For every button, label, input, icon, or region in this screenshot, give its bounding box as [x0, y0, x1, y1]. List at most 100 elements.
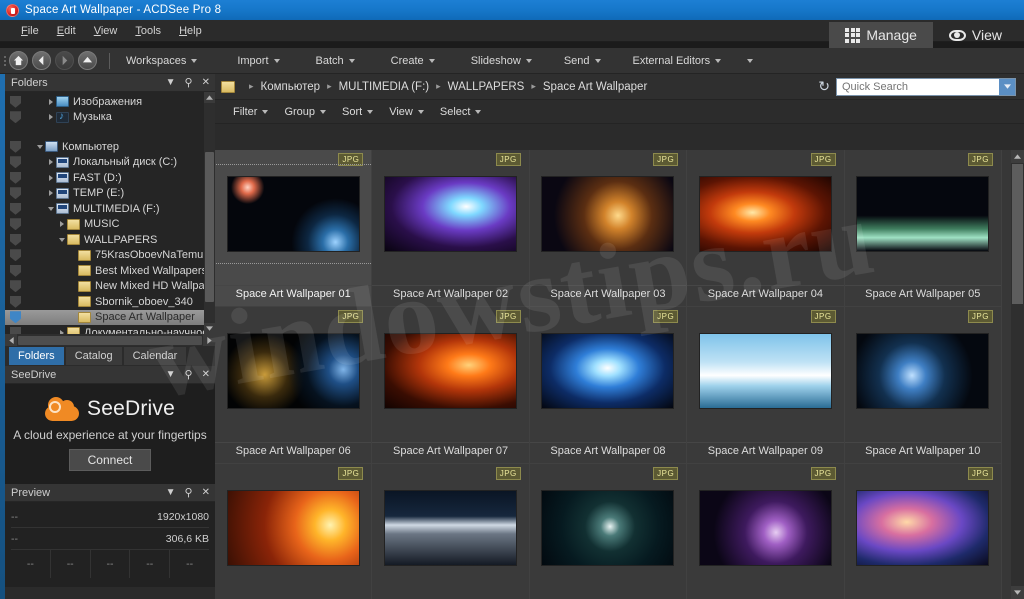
thumbnail-image[interactable]: [857, 491, 989, 565]
thumbnail-image[interactable]: [857, 334, 989, 408]
toolbar-import[interactable]: Import: [229, 52, 287, 70]
thumbnail-image[interactable]: [699, 177, 831, 251]
tab-catalog[interactable]: Catalog: [65, 347, 122, 365]
tree-item-изображения[interactable]: Изображения: [5, 94, 215, 110]
thumbnail-image[interactable]: [385, 491, 517, 565]
folder-tree-hscroll-thumb[interactable]: [18, 335, 202, 345]
tree-item-new-mixed-hd-wallpape[interactable]: New Mixed HD Wallpape: [5, 279, 215, 295]
thumbnail-cell[interactable]: JPG Space Art Wallpaper 10: [844, 307, 1002, 464]
chevron-right-icon[interactable]: [46, 114, 56, 121]
select-button[interactable]: Select: [432, 104, 490, 120]
thumbnail-image[interactable]: [857, 177, 989, 251]
rating-badge-icon[interactable]: [10, 156, 21, 169]
thumbnail-image[interactable]: [542, 334, 674, 408]
pin-icon[interactable]: ⚲: [185, 77, 193, 89]
thumbnail-image[interactable]: [542, 177, 674, 251]
menu-edit[interactable]: Edit: [48, 23, 85, 39]
chevron-down-icon[interactable]: [35, 144, 45, 149]
thumbnail-cell[interactable]: JPG Space Art Wallpaper 02: [372, 150, 530, 307]
search-input-wrapper[interactable]: [836, 77, 1016, 96]
thumbnail-image[interactable]: [699, 334, 831, 408]
rating-badge-icon[interactable]: [10, 280, 21, 293]
rating-badge-icon[interactable]: [10, 202, 21, 215]
tab-calendar[interactable]: Calendar: [123, 347, 187, 365]
thumbnail-image[interactable]: [227, 491, 359, 565]
thumbnail-image[interactable]: [227, 334, 359, 408]
rating-badge-icon[interactable]: [10, 264, 21, 277]
breadcrumb-segment[interactable]: Компьютер: [261, 81, 321, 93]
toolbar-grip[interactable]: [0, 48, 9, 74]
thumbnail-cell[interactable]: JPG Space Art Wallpaper 08: [529, 307, 688, 464]
tree-item-multimedia-f[interactable]: MULTIMEDIA (F:): [5, 201, 215, 217]
breadcrumb-segment[interactable]: Space Art Wallpaper: [543, 81, 647, 93]
pin-icon[interactable]: ⚲: [185, 369, 193, 381]
search-input[interactable]: [837, 80, 999, 93]
thumbnail-cell[interactable]: JPGSpace Art Wallpaper 15: [844, 464, 1002, 599]
thumbnail-cell[interactable]: JPG Space Art Wallpaper 06: [215, 307, 373, 464]
rating-badge-icon[interactable]: [10, 140, 21, 153]
tree-item-space-art-wallpaper[interactable]: Space Art Wallpaper: [5, 309, 215, 325]
rating-badge-icon[interactable]: [10, 111, 21, 124]
tree-item-best-mixed-wallpapers-pa[interactable]: Best Mixed Wallpapers Pa: [5, 263, 215, 279]
rating-badge-icon[interactable]: [10, 295, 21, 308]
tree-item-музыка[interactable]: Музыка: [5, 110, 215, 126]
rating-badge-icon[interactable]: [10, 187, 21, 200]
thumbnail-cell[interactable]: JPG Space Art Wallpaper 09: [687, 307, 845, 464]
tree-item-локальный-диск-c[interactable]: Локальный диск (C:): [5, 155, 215, 171]
chevron-right-icon[interactable]: [46, 190, 56, 197]
folder-tree-scroll-thumb[interactable]: [205, 152, 214, 302]
close-icon[interactable]: ✕: [202, 370, 210, 380]
thumbnail-cell[interactable]: JPG Space Art Wallpaper 05: [844, 150, 1002, 307]
chevron-down-icon[interactable]: [57, 237, 67, 242]
scroll-up-arrow[interactable]: [1011, 150, 1024, 163]
menu-view[interactable]: View: [85, 23, 127, 39]
tree-item-компьютер[interactable]: Компьютер: [5, 139, 215, 155]
scroll-down-arrow[interactable]: [204, 323, 215, 334]
thumbnail-cell[interactable]: JPG Space Art Wallpaper 07: [372, 307, 530, 464]
back-button[interactable]: [32, 51, 51, 70]
breadcrumb-segment[interactable]: MULTIMEDIA (F:): [339, 81, 430, 93]
rating-badge-icon[interactable]: [10, 218, 21, 231]
scroll-left-arrow[interactable]: [5, 334, 17, 346]
refresh-icon[interactable]: ↻: [818, 78, 830, 95]
scroll-down-arrow[interactable]: [1011, 586, 1024, 599]
rating-badge-icon[interactable]: [10, 95, 21, 108]
rating-badge-icon[interactable]: [10, 233, 21, 246]
toolbar-slideshow[interactable]: Slideshow: [463, 52, 540, 70]
close-icon[interactable]: ✕: [202, 78, 210, 88]
up-button[interactable]: [78, 51, 97, 70]
scroll-up-arrow[interactable]: [204, 92, 215, 103]
group-button[interactable]: Group: [276, 104, 334, 120]
thumbnail-cell[interactable]: JPGSpace Art Wallpaper 11: [215, 464, 373, 599]
rating-badge-icon[interactable]: [10, 171, 21, 184]
filter-button[interactable]: Filter: [225, 104, 276, 120]
menu-tools[interactable]: Tools: [126, 23, 170, 39]
tab-manage[interactable]: Manage: [829, 22, 933, 48]
thumbnail-image[interactable]: [385, 177, 517, 251]
thumbnail-cell[interactable]: JPG Space Art Wallpaper 04: [687, 150, 845, 307]
tree-item-wallpapers[interactable]: WALLPAPERS: [5, 232, 215, 248]
thumbnail-cell[interactable]: JPGSpace Art Wallpaper 13: [529, 464, 688, 599]
chevron-right-icon[interactable]: [57, 221, 67, 228]
search-dropdown-button[interactable]: [999, 78, 1015, 95]
chevron-down-icon[interactable]: ▼: [166, 78, 176, 88]
rating-badge-icon[interactable]: [10, 311, 21, 324]
rating-badge-icon[interactable]: [10, 249, 21, 262]
close-icon[interactable]: ✕: [202, 488, 210, 498]
thumbnail-image[interactable]: [542, 491, 674, 565]
toolbar-batch[interactable]: Batch: [308, 52, 363, 70]
sort-button[interactable]: Sort: [334, 104, 381, 120]
forward-button[interactable]: [55, 51, 74, 70]
thumbnail-cell[interactable]: JPGSpace Art Wallpaper 12: [372, 464, 530, 599]
thumbnail-cell[interactable]: JPG Space Art Wallpaper 03: [529, 150, 688, 307]
connect-button[interactable]: Connect: [68, 449, 152, 471]
tree-item-temp-e[interactable]: TEMP (E:): [5, 186, 215, 202]
thumbnail-grid-scrollbar[interactable]: [1011, 150, 1024, 599]
tree-item-75krasoboevnatemuprir[interactable]: 75KrasOboevNaTemuPrir: [5, 248, 215, 264]
tab-view[interactable]: View: [933, 22, 1018, 48]
chevron-down-icon[interactable]: ▼: [166, 488, 176, 498]
thumbnail-cell[interactable]: JPGSpace Art Wallpaper 14: [687, 464, 845, 599]
chevron-right-icon[interactable]: [46, 174, 56, 181]
chevron-right-icon[interactable]: [46, 159, 56, 166]
thumbnail-image[interactable]: [699, 491, 831, 565]
